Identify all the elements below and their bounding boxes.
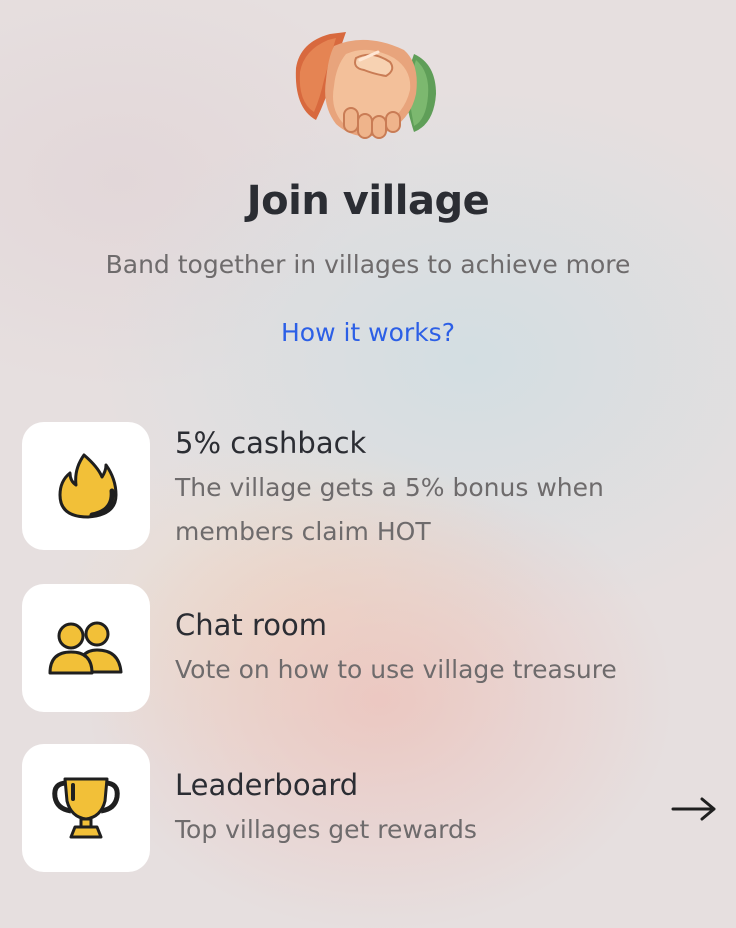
feature-title: 5% cashback (175, 426, 367, 460)
feature-description: Vote on how to use village treasure (175, 655, 617, 684)
feature-title: Chat room (175, 608, 328, 642)
page-subtitle: Band together in villages to achieve mor… (105, 250, 631, 279)
feature-title: Leaderboard (175, 768, 359, 802)
feature-chat-room-tile (22, 584, 150, 712)
handshake-icon (295, 32, 436, 139)
page-title: Join village (246, 178, 490, 224)
arrow-right-icon[interactable] (670, 794, 718, 824)
how-it-works-link[interactable]: How it works? (0, 318, 736, 347)
flame-icon (58, 453, 118, 519)
feature-description: The village gets a 5% bonus when members… (175, 473, 604, 546)
users-icon (48, 621, 123, 675)
feature-cashback-tile (22, 422, 150, 550)
feature-description: Top villages get rewards (175, 815, 477, 844)
feature-chat-room: Chat room Vote on how to use village tre… (22, 584, 736, 712)
feature-leaderboard-tile (22, 744, 150, 872)
trophy-icon (52, 777, 120, 839)
feature-cashback: 5% cashback The village gets a 5% bonus … (22, 422, 736, 550)
feature-leaderboard: Leaderboard Top villages get rewards (22, 744, 736, 872)
